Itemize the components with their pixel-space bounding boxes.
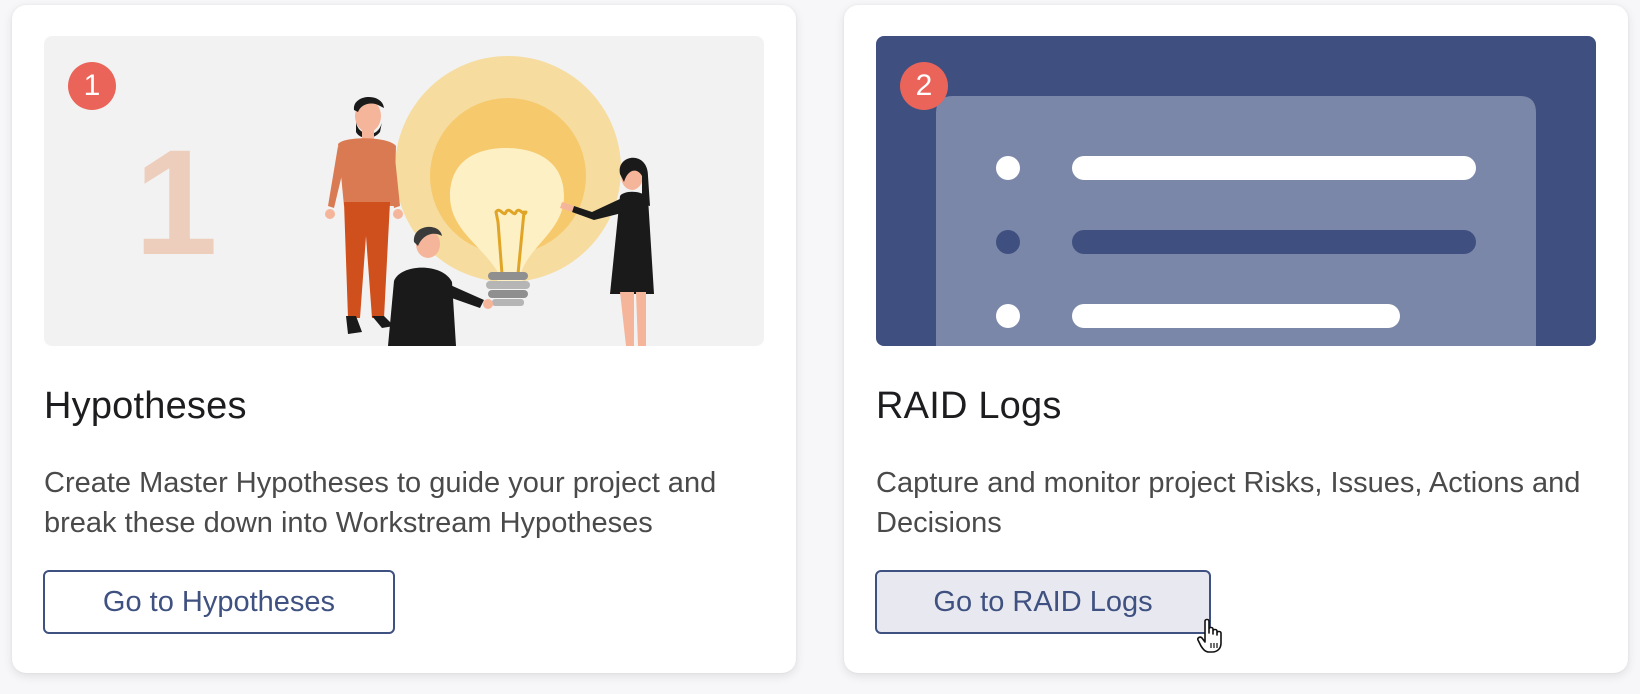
go-to-hypotheses-button[interactable]: Go to Hypotheses: [43, 570, 395, 634]
raid-logs-card: 2 RAID Logs Capture and monitor project …: [844, 5, 1628, 673]
step-badge: 1: [68, 62, 116, 110]
card-description: Capture and monitor project Risks, Issue…: [876, 467, 1581, 539]
hand-pointer-cursor-icon: [1196, 618, 1226, 659]
go-to-raid-logs-button[interactable]: Go to RAID Logs: [875, 570, 1211, 634]
hypotheses-card: 1 1 Hypotheses Create Master Hypotheses …: [12, 5, 796, 673]
card-title: RAID Logs: [876, 385, 1062, 427]
step-badge: 2: [900, 62, 948, 110]
hypotheses-big-number: 1: [134, 118, 217, 286]
card-description: Create Master Hypotheses to guide your p…: [44, 467, 717, 539]
raid-logs-illustration: [876, 36, 1596, 346]
hypotheses-illustration: 1: [44, 36, 764, 346]
card-title: Hypotheses: [44, 385, 247, 427]
